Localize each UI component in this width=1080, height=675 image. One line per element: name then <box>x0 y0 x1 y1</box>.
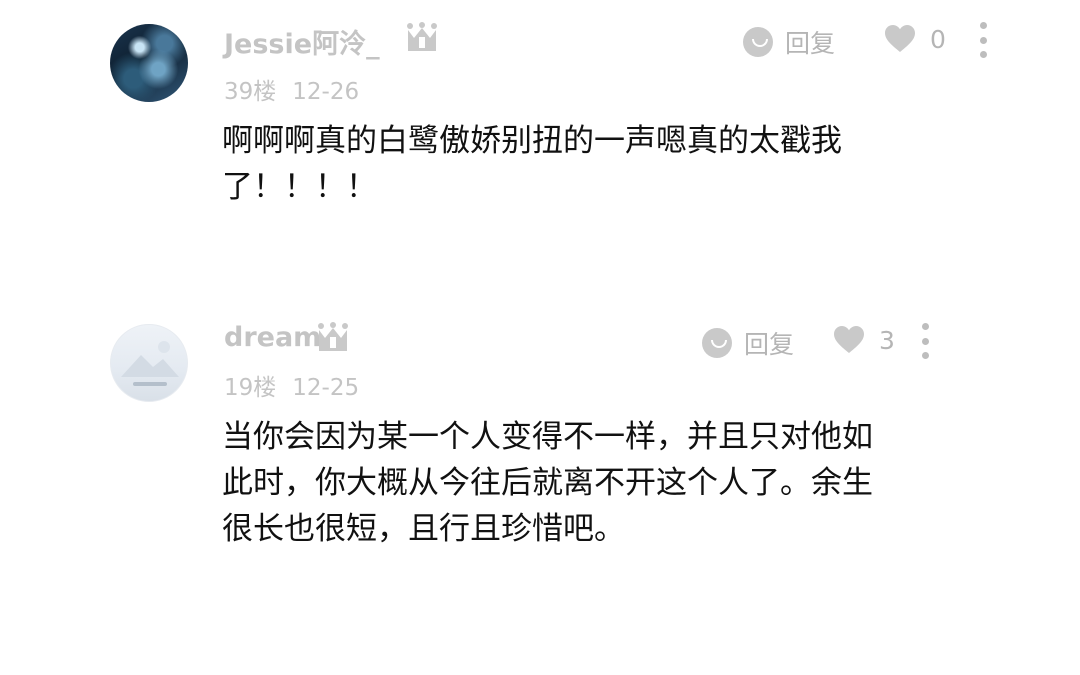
comment-text: 啊啊啊真的白鹭傲娇别扭的一声嗯真的太戳我 了！！！！ <box>222 123 842 205</box>
avatar[interactable] <box>110 324 188 402</box>
comment-date: 12-26 <box>292 79 360 105</box>
username[interactable]: Jessie阿泠_ <box>224 22 380 61</box>
comment-text: 当你会因为某一个人变得不一样，并且只对他如 此时，你大概从今往后就离不开这个人了… <box>222 419 873 547</box>
like-button[interactable]: 0 <box>884 24 946 54</box>
like-button[interactable]: 3 <box>833 325 895 355</box>
reply-button[interactable]: 回复 <box>702 325 794 361</box>
like-count: 0 <box>930 24 946 54</box>
crown-level-icon <box>407 22 437 51</box>
more-dot-icon <box>980 36 987 44</box>
placeholder-mountain-icon <box>121 341 179 386</box>
username[interactable]: dream <box>224 322 321 353</box>
floor-number: 19楼 <box>224 375 277 401</box>
reply-button[interactable]: 回复 <box>743 24 835 60</box>
more-options-button[interactable] <box>980 22 988 58</box>
more-dot-icon <box>980 51 987 58</box>
reply-icon <box>702 328 732 358</box>
more-dot-icon <box>980 22 987 29</box>
heart-icon <box>834 326 864 353</box>
reply-label: 回复 <box>785 29 836 58</box>
more-options-button[interactable] <box>922 323 930 359</box>
crown-level-icon <box>318 322 348 351</box>
heart-icon <box>885 25 915 52</box>
avatar[interactable] <box>110 24 188 102</box>
comment-meta: 19楼 12-25 <box>224 368 359 402</box>
reply-icon <box>743 27 773 57</box>
like-count: 3 <box>879 325 895 355</box>
more-dot-icon <box>922 323 929 330</box>
comment-date: 12-25 <box>292 375 360 401</box>
more-dot-icon <box>922 352 929 359</box>
reply-label: 回复 <box>744 330 795 359</box>
more-dot-icon <box>922 337 929 345</box>
floor-number: 39楼 <box>224 79 277 105</box>
comment-meta: 39楼 12-26 <box>224 72 359 106</box>
